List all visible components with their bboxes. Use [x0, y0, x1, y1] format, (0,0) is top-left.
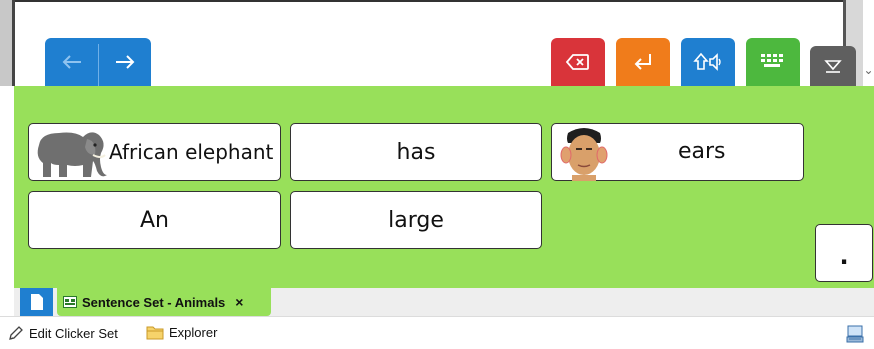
keyboard-settings-button[interactable] — [846, 325, 864, 343]
cell-label: An — [140, 207, 169, 233]
navigation-buttons — [45, 38, 151, 86]
explorer-button[interactable]: Explorer — [146, 325, 217, 340]
collapse-icon — [824, 60, 842, 73]
face-ears-picture — [560, 128, 608, 181]
bottom-toolbar: Edit Clicker Set Explorer — [0, 316, 874, 349]
clicker-set-icon — [63, 296, 77, 308]
keyboard-icon — [761, 54, 783, 67]
cell-has[interactable]: has — [290, 123, 542, 181]
backspace-icon — [566, 54, 589, 70]
return-icon — [634, 54, 651, 70]
document-area: ⌄ — [0, 0, 874, 86]
folder-icon — [146, 326, 164, 340]
forward-button[interactable] — [99, 38, 151, 86]
hide-button[interactable] — [810, 46, 856, 86]
speak-button[interactable] — [681, 38, 735, 86]
left-scroll-edge — [0, 0, 15, 86]
cell-label: has — [396, 139, 436, 165]
sentence-grid: African elephant has ears An large . — [14, 86, 874, 288]
delete-word-button[interactable] — [551, 38, 605, 86]
blank-page-icon — [30, 294, 43, 310]
cell-an[interactable]: An — [28, 191, 281, 249]
edit-clicker-set-label: Edit Clicker Set — [29, 325, 118, 341]
cell-label: African elephant — [109, 140, 274, 164]
tab-label: Sentence Set - Animals — [82, 294, 226, 310]
computer-icon — [846, 325, 864, 343]
cell-african-elephant[interactable]: African elephant — [28, 123, 281, 181]
enter-button[interactable] — [616, 38, 670, 86]
back-button[interactable] — [45, 38, 98, 86]
elephant-picture — [37, 132, 107, 177]
pencil-icon — [9, 326, 23, 340]
shift-speak-icon — [693, 52, 721, 71]
cell-full-stop[interactable]: . — [815, 224, 873, 282]
chevron-down-icon[interactable]: ⌄ — [863, 62, 874, 78]
keyboard-button[interactable] — [746, 38, 800, 86]
tab-sentence-set-animals[interactable]: Sentence Set - Animals × — [57, 288, 271, 316]
edit-clicker-set-button[interactable]: Edit Clicker Set — [8, 325, 118, 341]
arrow-left-icon — [62, 55, 81, 69]
close-tab-button[interactable]: × — [235, 294, 243, 310]
cell-label: . — [839, 242, 849, 270]
cell-label: ears — [678, 139, 726, 164]
cell-label: large — [388, 207, 444, 233]
clicker-window: ⌄ African elephant has ears An large . S… — [0, 0, 874, 349]
tab-strip: Sentence Set - Animals × — [14, 288, 874, 316]
cell-ears[interactable]: ears — [551, 123, 804, 181]
new-document-button[interactable] — [20, 288, 53, 316]
explorer-label: Explorer — [169, 325, 218, 340]
arrow-right-icon — [116, 55, 135, 69]
cell-large[interactable]: large — [290, 191, 542, 249]
